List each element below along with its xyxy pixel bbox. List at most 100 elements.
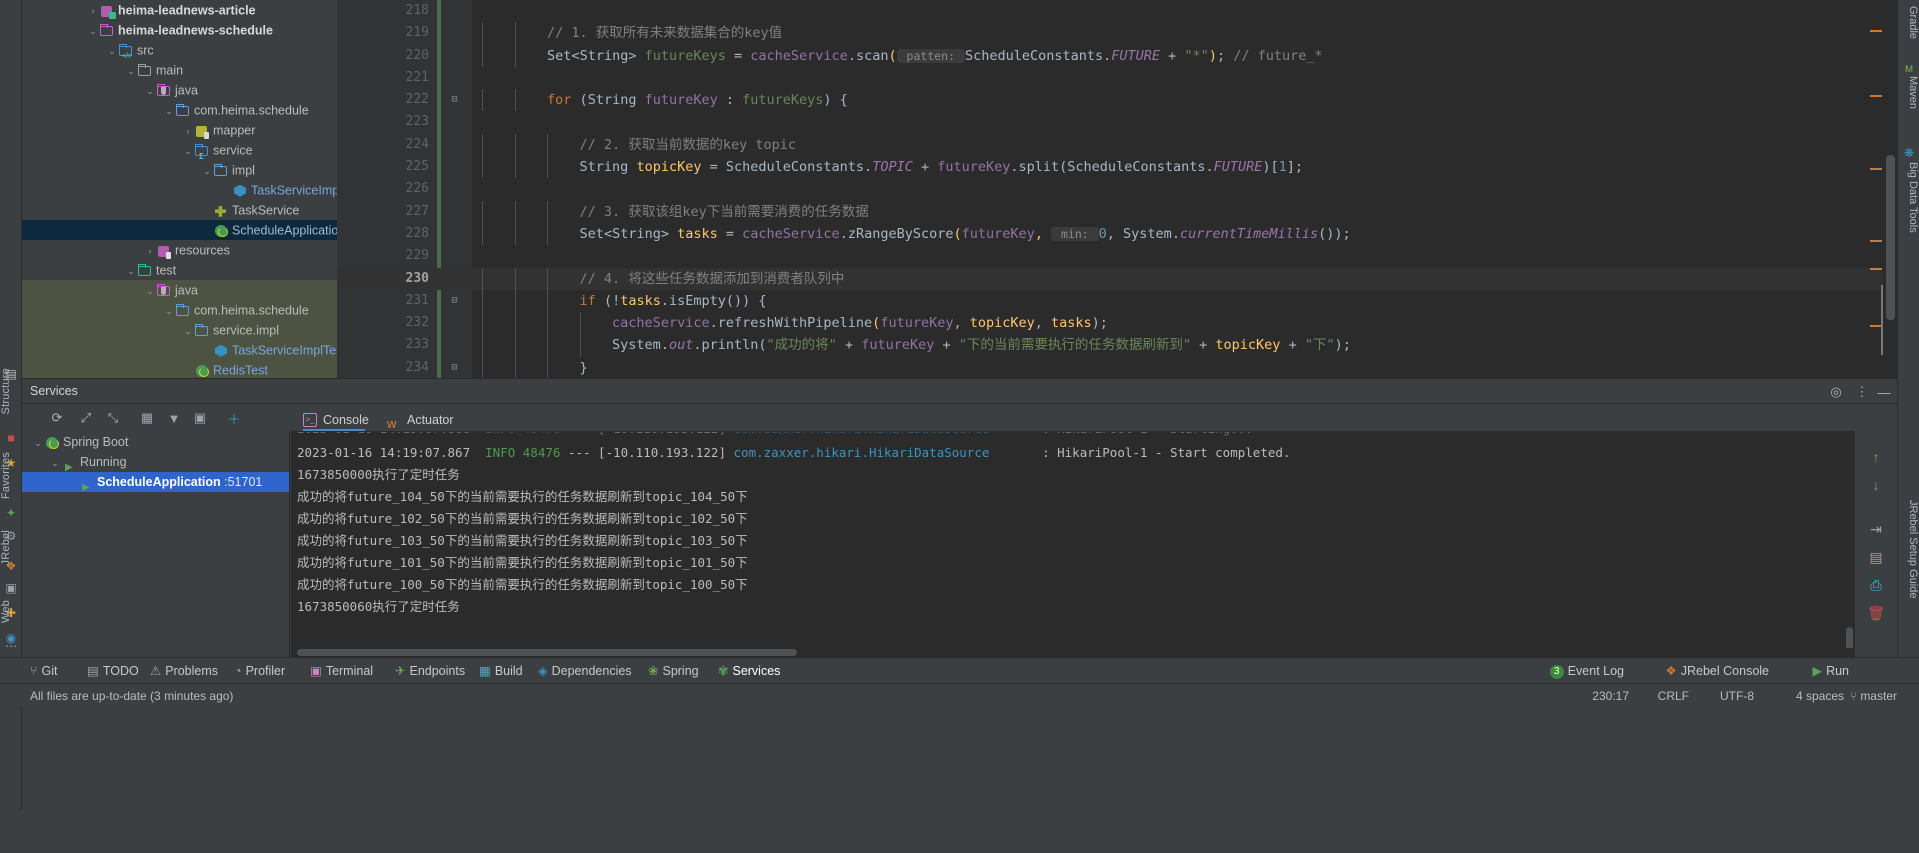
services-panel[interactable]: Services ◎ ⋮ — ⟳ ⤢ ⤡ ▦ ▼ ▣ ＋ ⌄ Spring Boo… <box>22 378 1897 657</box>
tree-expand-arrow[interactable]: ⌄ <box>163 301 175 321</box>
tree-expand-arrow[interactable]: ⌄ <box>182 321 194 341</box>
service-expand-arrow[interactable]: ⌄ <box>32 433 44 453</box>
maven-icon[interactable]: ᴍ <box>1901 60 1917 76</box>
more-icon[interactable]: ⋮ <box>1853 383 1871 401</box>
tree-item-java[interactable]: ⌄ java <box>22 80 337 100</box>
tree-expand-arrow[interactable]: ⌄ <box>144 281 156 301</box>
tab-console[interactable]: >_ Console <box>303 410 369 430</box>
git-branch[interactable]: ⑂ master <box>1850 688 1897 704</box>
tree-expand-arrow[interactable]: ⌄ <box>144 81 156 101</box>
code-line-234[interactable]: 234 ⊟ } <box>337 356 1897 378</box>
tree-expand-arrow[interactable]: ⌄ <box>201 161 213 181</box>
tree-item-src[interactable]: ⌄ </> src <box>22 40 337 60</box>
file-encoding[interactable]: UTF-8 <box>1720 688 1754 704</box>
scroll-down-icon[interactable]: ↓ <box>1866 475 1886 495</box>
tree-expand-arrow[interactable]: › <box>182 121 194 141</box>
tree-expand-arrow[interactable]: ⌄ <box>163 101 175 121</box>
tree-item-taskserviceimpl[interactable]: TaskServiceImpl <box>22 180 337 200</box>
tree-item-taskservice[interactable]: TaskService <box>22 200 337 220</box>
bottom-tab-build[interactable]: ▦ Build <box>479 662 523 681</box>
code-line-233[interactable]: 233 System.out.println("成功的将" + futureKe… <box>337 334 1897 357</box>
tree-item-service[interactable]: ⌄ Σservice <box>22 140 337 161</box>
console-tab-bar[interactable]: >_ Console ᴡ Actuator <box>291 407 1855 432</box>
tree-item-mapper[interactable]: › mapper <box>22 120 337 140</box>
scroll-up-icon[interactable]: ↑ <box>1866 447 1886 467</box>
console-pane[interactable]: >_ Console ᴡ Actuator 2023-01-16 14:19:0… <box>291 407 1855 657</box>
caret-position[interactable]: 230:17 <box>1592 688 1629 704</box>
service-item-running[interactable]: ⌄ ▶ Running <box>22 452 289 473</box>
tool-tab-jrebel-setup[interactable]: JRebel Setup Guide <box>1897 500 1919 598</box>
indent-setting[interactable]: 4 spaces <box>1796 688 1844 704</box>
tree-item-redistest[interactable]: RedisTest <box>22 360 337 378</box>
fold-marker[interactable]: ⊟ <box>449 290 460 312</box>
tree-expand-arrow[interactable]: › <box>87 1 99 21</box>
tool-tab-maven[interactable]: Maven <box>1897 76 1919 109</box>
code-line-219[interactable]: 219 // 1. 获取所有未来数据集合的key值 <box>337 22 1897 45</box>
bottom-tab-git[interactable]: ⑂ Git <box>30 662 58 681</box>
plugin-icon[interactable]: ✦ <box>3 505 19 521</box>
print-icon[interactable]: ▤ <box>1866 547 1886 567</box>
tree-item-test[interactable]: ⌄ test <box>22 260 337 280</box>
tree-item-java[interactable]: ⌄ java <box>22 280 337 300</box>
code-line-232[interactable]: 232 cacheService.refreshWithPipeline(fut… <box>337 312 1897 335</box>
fold-marker[interactable]: ⊟ <box>449 357 460 378</box>
jrebel-icon[interactable]: ❖ <box>3 558 19 574</box>
minimize-icon[interactable]: — <box>1875 383 1893 401</box>
tree-item-impl[interactable]: ⌄ impl <box>22 160 337 180</box>
bottom-tab-dependencies[interactable]: ◈ Dependencies <box>538 662 632 681</box>
bottom-tool-window-bar[interactable]: ⑂ Git ▤ TODO ⚠ Problems ◔ Profiler ▣ Terminal ✈ End… <box>0 657 1919 683</box>
clear-icon[interactable]: 🗑 <box>1866 603 1886 623</box>
camera-icon[interactable]: ▣ <box>3 580 19 596</box>
show-icon[interactable]: ▣ <box>191 409 209 427</box>
code-line-228[interactable]: 228 Set<String> tasks = cacheService.zRa… <box>337 222 1897 246</box>
tree-expand-arrow[interactable]: ⌄ <box>106 41 118 61</box>
tool-tab-gradle[interactable]: Gradle <box>1897 6 1919 39</box>
tool-tab-favorites[interactable]: Favorites <box>0 452 22 499</box>
filter-icon[interactable]: ▼ <box>165 409 183 427</box>
service-item-scheduleapplication[interactable]: ▶ ScheduleApplication :51701 <box>22 472 289 493</box>
code-line-225[interactable]: 225 String topicKey = ScheduleConstants.… <box>337 156 1897 179</box>
tool-tab-structure[interactable]: Structure <box>0 368 22 414</box>
event-log-button[interactable]: 3 Event Log <box>1549 662 1624 681</box>
tree-item-service-impl[interactable]: ⌄ service.impl <box>22 320 337 340</box>
code-line-221[interactable]: 221 <box>337 67 1897 89</box>
code-line-223[interactable]: 223 <box>337 111 1897 133</box>
services-tree[interactable]: ⌄ Spring Boot ⌄ ▶ Running ▶ ScheduleApplicatio… <box>22 432 290 657</box>
add-icon[interactable]: ＋ <box>225 409 243 427</box>
code-line-222[interactable]: 222 ⊟ for (String futureKey : futureKeys)… <box>337 89 1897 112</box>
code-editor[interactable]: 218 219 // 1. 获取所有未来数据集合的key值 220 Set<Stri… <box>337 0 1897 378</box>
code-line-220[interactable]: 220 Set<String> futureKeys = cacheServic… <box>337 44 1897 67</box>
tool-tab-bigdata[interactable]: Big Data Tools <box>1897 162 1919 233</box>
bottom-tab-spring[interactable]: ❀ Spring <box>648 662 699 681</box>
code-line-230[interactable]: 230 // 4. 将这些任务数据添加到消费者队列中 <box>337 267 1897 290</box>
code-line-226[interactable]: 226 <box>337 178 1897 200</box>
tree-item-resources[interactable]: › resources <box>22 240 337 260</box>
tree-item-heima-leadnews-schedule[interactable]: ⌄ heima-leadnews-schedule <box>22 20 337 40</box>
bottom-tab-todo[interactable]: ▤ TODO <box>87 662 139 681</box>
tree-expand-arrow[interactable]: ⌄ <box>125 61 137 81</box>
tree-expand-arrow[interactable]: ⌄ <box>87 21 99 41</box>
tree-expand-arrow[interactable]: ⌄ <box>125 261 137 281</box>
bottom-tab-problems[interactable]: ⚠ Problems <box>150 662 218 681</box>
collapse-icon[interactable]: ⤡ <box>104 409 122 427</box>
stop-icon[interactable]: ■ <box>3 430 19 446</box>
print2-icon[interactable]: ⎙ <box>1866 575 1886 595</box>
code-line-227[interactable]: 227 // 3. 获取该组key下当前需要消费的任务数据 <box>337 200 1897 223</box>
line-separator[interactable]: CRLF <box>1658 688 1689 704</box>
tree-expand-arrow[interactable]: › <box>144 241 156 261</box>
console-horizontal-scrollbar[interactable] <box>291 648 1855 657</box>
bigdata-icon[interactable]: ❋ <box>1901 145 1917 161</box>
bottom-tab-endpoints[interactable]: ✈ Endpoints <box>395 662 465 681</box>
tab-actuator[interactable]: ᴡ Actuator <box>387 410 454 431</box>
tree-item-com-heima-schedule[interactable]: ⌄ com.heima.schedule <box>22 300 337 320</box>
run-button[interactable]: ▶ Run <box>1812 662 1849 681</box>
tree-item-com-heima-schedule[interactable]: ⌄ com.heima.schedule <box>22 100 337 120</box>
project-tree-panel[interactable]: › heima-leadnews-article ⌄ heima-leadnews-s… <box>22 0 337 378</box>
tool-tab-web[interactable]: Web <box>0 600 22 623</box>
settings-icon[interactable]: ◎ <box>1827 383 1845 401</box>
tree-item-scheduleapplication[interactable]: ScheduleApplication <box>22 220 337 240</box>
service-item-spring-boot[interactable]: ⌄ Spring Boot <box>22 432 289 452</box>
service-expand-arrow[interactable]: ⌄ <box>49 453 61 473</box>
soft-wrap-icon[interactable]: ⇥ <box>1866 519 1886 539</box>
tree-item-heima-leadnews-article[interactable]: › heima-leadnews-article <box>22 0 337 20</box>
